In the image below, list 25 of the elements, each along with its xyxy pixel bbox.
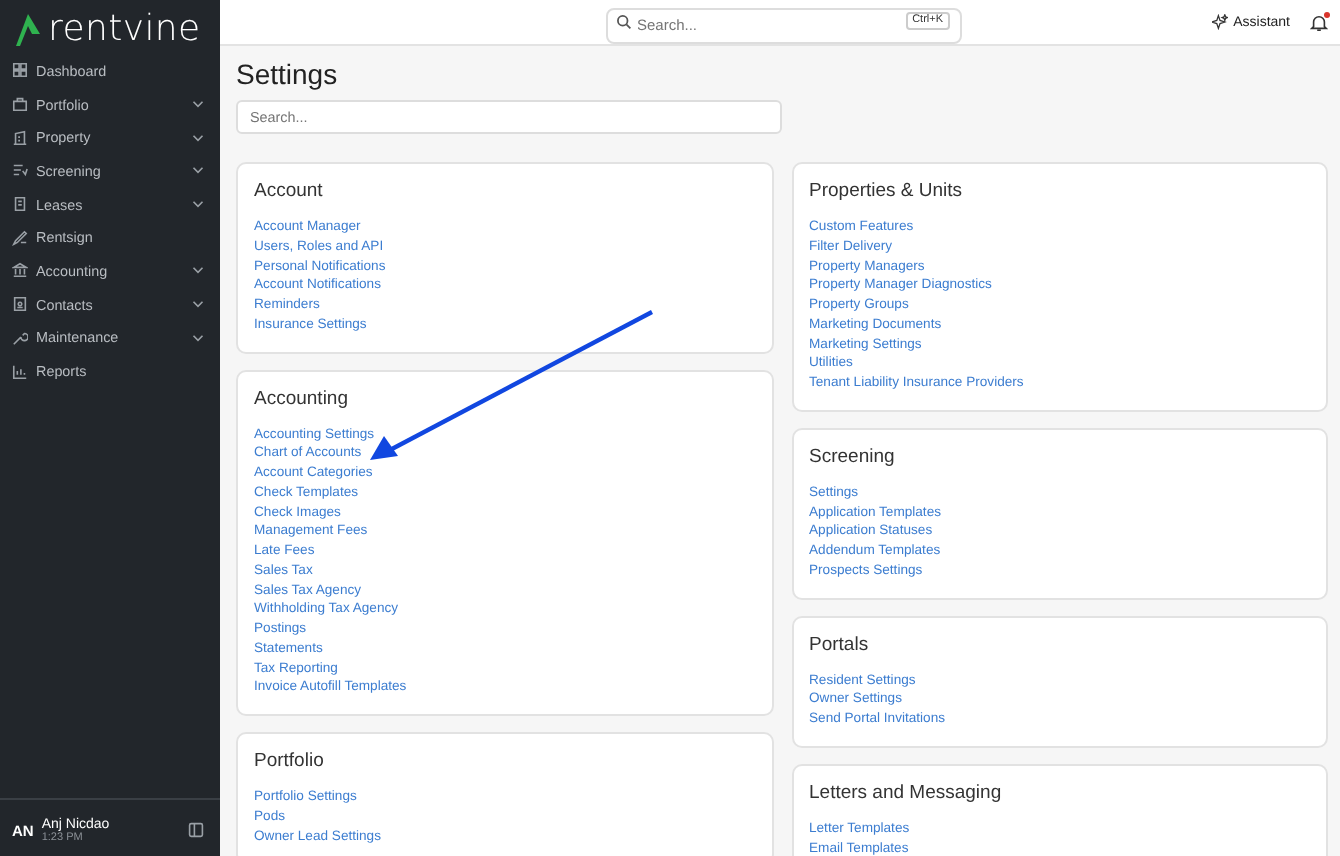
sparkle-icon [1211, 14, 1228, 30]
doc-icon [12, 196, 28, 213]
sidebar-toggle-icon[interactable] [188, 822, 204, 838]
list-icon [12, 162, 28, 179]
notifications-button[interactable] [1310, 13, 1328, 31]
grid-icon [12, 62, 28, 79]
chart-icon [12, 363, 28, 380]
card-title: Account [254, 180, 325, 204]
brand-name: rentvine [48, 10, 201, 50]
wrench-icon [12, 329, 28, 346]
card-title: Accounting [254, 387, 351, 411]
leaf-logo-icon [16, 14, 40, 46]
card-title: Letters and Messaging [809, 781, 1004, 806]
contact-icon [12, 296, 28, 313]
bell-icon [1310, 13, 1328, 31]
briefcase-icon [12, 96, 28, 113]
page-title: Settings [236, 56, 340, 92]
card-title: Portfolio [254, 750, 326, 774]
card-title: Properties & Units [809, 180, 965, 204]
pen-icon [12, 229, 28, 246]
bank-icon [12, 262, 28, 279]
search-icon [615, 14, 631, 30]
building-icon [12, 129, 28, 146]
card-title: Screening [809, 445, 897, 470]
card-title: Portals [809, 633, 871, 657]
